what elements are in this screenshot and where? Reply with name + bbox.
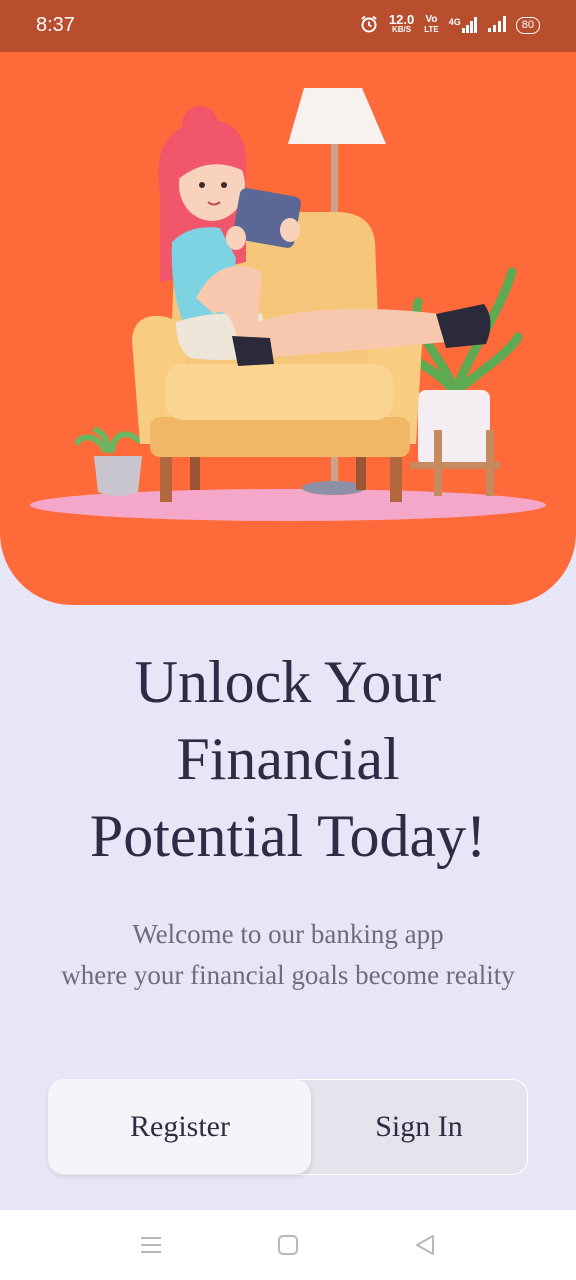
- alarm-icon: [359, 14, 379, 36]
- plant-stand-bar: [410, 462, 500, 469]
- subtitle-line: Welcome to our banking app: [132, 919, 444, 949]
- eye: [199, 182, 205, 188]
- small-plant-pot: [94, 456, 142, 496]
- eye: [221, 182, 227, 188]
- network-speed-value: 12.0: [388, 12, 415, 27]
- page-title: Unlock Your Financial Potential Today!: [0, 644, 576, 875]
- volte-top: Vo: [425, 14, 438, 25]
- auth-toggle: Register Sign In: [48, 1079, 528, 1175]
- lamp-shade: [288, 88, 386, 144]
- chair-leg: [160, 450, 172, 502]
- system-nav-bar: [0, 1210, 576, 1280]
- status-time: 8:37: [36, 14, 75, 36]
- plant-pot: [418, 390, 490, 466]
- chair-cushion: [165, 364, 393, 420]
- volte-bottom: LTE: [424, 25, 439, 34]
- volte-icon: Vo LTE: [424, 15, 439, 35]
- shoe: [436, 304, 491, 348]
- home-icon[interactable]: [273, 1230, 303, 1260]
- title-line: Financial: [176, 726, 400, 792]
- wifi-signal-icon: [487, 16, 506, 34]
- hero-banner: [0, 52, 576, 605]
- hair-bun: [182, 106, 218, 142]
- network-type: 4G: [448, 17, 461, 27]
- network-speed-unit: KB/S: [392, 25, 412, 34]
- register-button[interactable]: Register: [49, 1080, 311, 1174]
- welcome-subtitle: Welcome to our banking app where your fi…: [0, 914, 576, 996]
- shoe: [232, 336, 274, 366]
- subtitle-line: where your financial goals become realit…: [61, 960, 515, 990]
- status-icons: 12.0 KB/S Vo LTE 4G 80: [359, 12, 540, 36]
- network-speed: 12.0 KB/S: [388, 12, 415, 35]
- battery-icon: 80: [515, 16, 540, 34]
- chair-leg: [390, 450, 402, 502]
- chair-base: [150, 417, 410, 457]
- woman-on-armchair-with-tablet-illustration: [30, 88, 546, 521]
- small-plant-leaves: [75, 427, 141, 453]
- menu-icon[interactable]: [136, 1230, 166, 1260]
- back-icon[interactable]: [410, 1230, 440, 1260]
- sign-in-button[interactable]: Sign In: [311, 1080, 527, 1174]
- hand: [226, 226, 246, 250]
- signal-icon: 4G: [449, 17, 478, 33]
- hand: [280, 218, 300, 242]
- title-line: Potential Today!: [89, 803, 487, 869]
- title-line: Unlock Your: [134, 649, 442, 715]
- status-bar: 8:37 12.0 KB/S Vo LTE 4G 80: [0, 0, 576, 52]
